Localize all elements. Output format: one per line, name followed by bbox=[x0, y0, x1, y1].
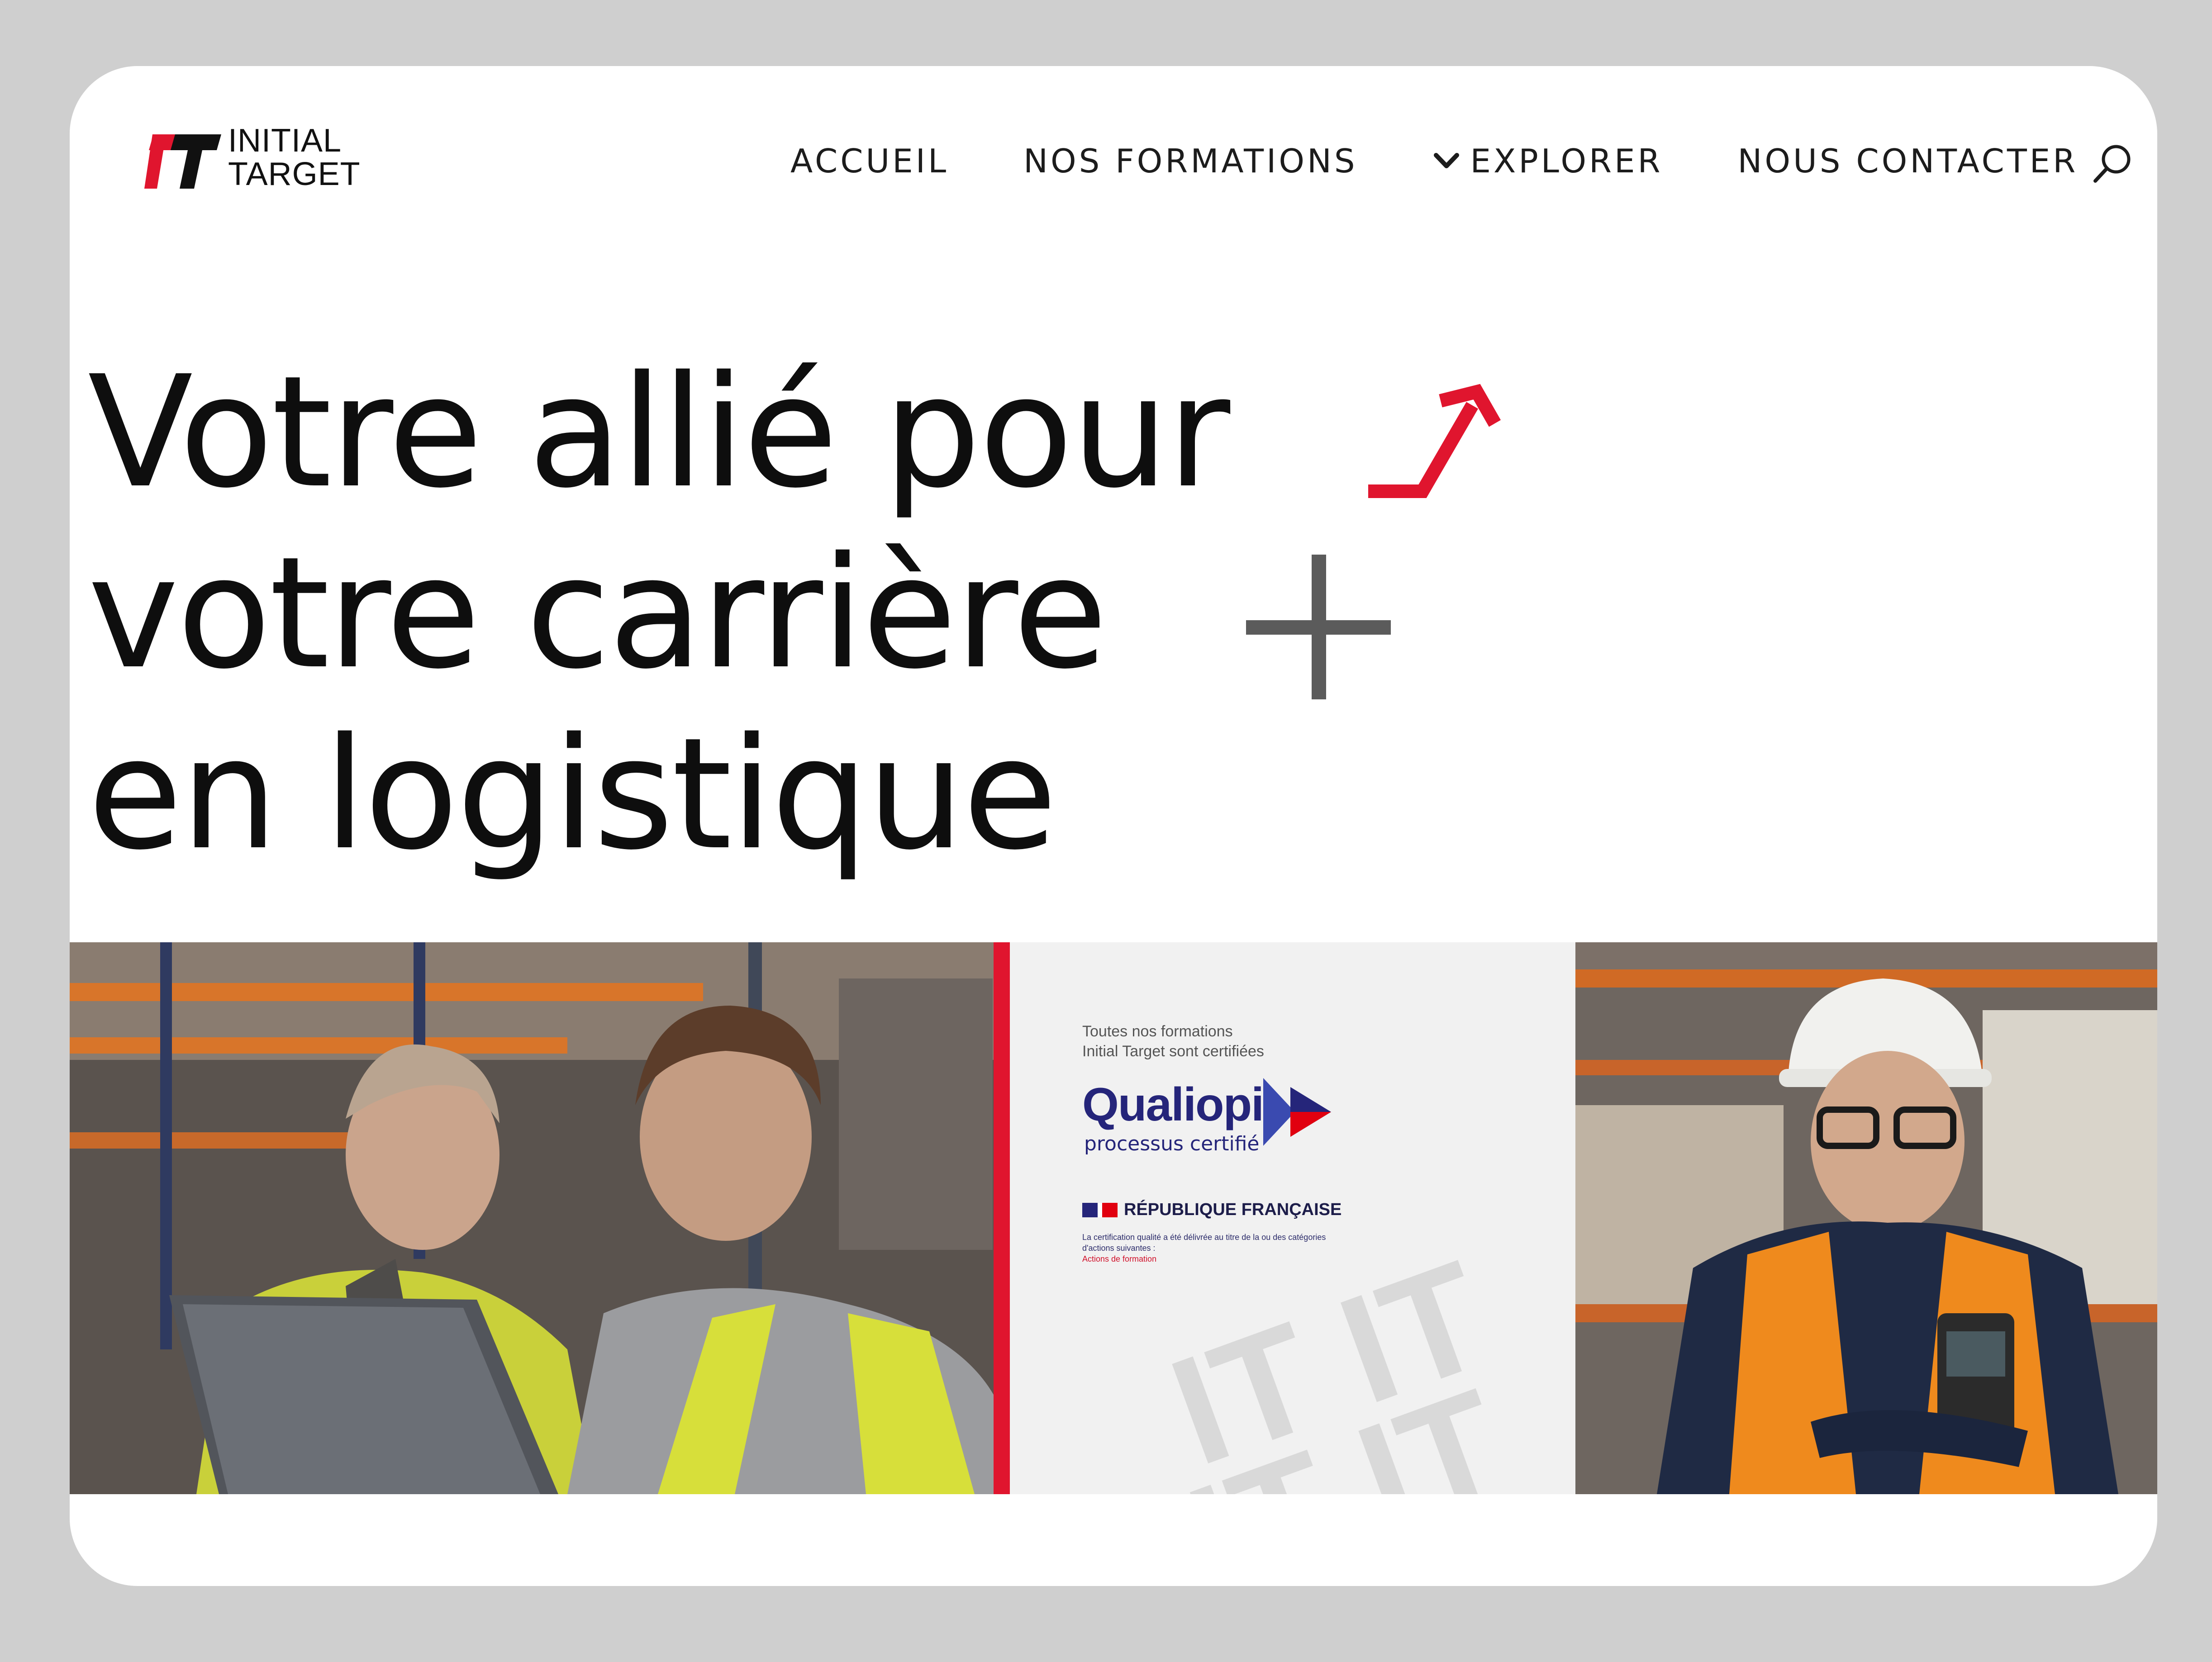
logo[interactable]: INITIAL TARGET bbox=[144, 124, 371, 196]
nav-item-label: ACCUEIL bbox=[790, 142, 949, 180]
hero-title-line2: votre carrière bbox=[88, 524, 1108, 703]
plus-icon bbox=[1246, 555, 1391, 699]
warehouse-worker-image bbox=[1575, 942, 2157, 1494]
logo-mark-icon bbox=[144, 134, 221, 189]
logo-line2: TARGET bbox=[228, 156, 361, 192]
certification-intro: Toutes nos formations Initial Target son… bbox=[1082, 1021, 1399, 1061]
certification-note: La certification qualité a été délivrée … bbox=[1082, 1232, 1336, 1264]
nav-item-nous-contacter[interactable]: NOUS CONTACTER bbox=[1738, 142, 2079, 180]
logo-line1: INITIAL bbox=[228, 123, 342, 159]
nav-item-nos-formations[interactable]: NOS FORMATIONS bbox=[1023, 142, 1357, 180]
republique-francaise-text: RÉPUBLIQUE FRANÇAISE bbox=[1124, 1200, 1342, 1219]
republique-francaise: RÉPUBLIQUE FRANÇAISE bbox=[1082, 1200, 1341, 1220]
accent-divider bbox=[994, 942, 1010, 1494]
nav-item-explorer[interactable]: EXPLORER bbox=[1432, 142, 1663, 180]
growth-arrow-icon bbox=[1368, 384, 1501, 498]
nav-item-label: NOS FORMATIONS bbox=[1023, 142, 1358, 180]
search-icon[interactable] bbox=[2090, 141, 2135, 186]
main-nav: ACCUEIL NOS FORMATIONS EXPLORER NOUS CON… bbox=[790, 138, 2078, 184]
certification-note-text: La certification qualité a été délivrée … bbox=[1082, 1233, 1326, 1253]
certification-category: Actions de formation bbox=[1082, 1254, 1157, 1263]
chevron-down-icon bbox=[1433, 153, 1459, 168]
hero-banner: IT IT IT IT Toutes nos formations Initia… bbox=[70, 942, 2157, 1494]
nav-item-label: EXPLORER bbox=[1470, 142, 1663, 180]
hero-title: Votre allié pour votre carrière en logis… bbox=[88, 342, 1230, 885]
photo-warehouse-worker bbox=[1575, 942, 2157, 1494]
marianne-flag-icon bbox=[1082, 1202, 1118, 1217]
hero-title-line1: Votre allié pour bbox=[88, 343, 1230, 522]
nav-item-accueil[interactable]: ACCUEIL bbox=[790, 142, 949, 180]
certification-intro-line2: Initial Target sont certifiées bbox=[1082, 1043, 1264, 1060]
photo-warehouse-team bbox=[70, 942, 994, 1494]
nav-item-label: NOUS CONTACTER bbox=[1737, 142, 2079, 180]
certification-panel: IT IT IT IT Toutes nos formations Initia… bbox=[1010, 942, 1575, 1494]
logo-text: INITIAL TARGET bbox=[228, 124, 361, 191]
qualiopi-wordmark: Qualiopi bbox=[1082, 1078, 1264, 1131]
certification-intro-line1: Toutes nos formations bbox=[1082, 1023, 1233, 1040]
qualiopi-arrows-icon bbox=[1263, 1078, 1331, 1146]
page-card: INITIAL TARGET ACCUEIL NOS FORMATIONS EX… bbox=[70, 66, 2157, 1586]
warehouse-team-image bbox=[70, 942, 994, 1494]
qualiopi-logo: Qualiopi processus certifié bbox=[1082, 1078, 1354, 1196]
hero-title-line3: en logistique bbox=[88, 705, 1057, 884]
qualiopi-subtitle: processus certifié bbox=[1084, 1132, 1260, 1155]
